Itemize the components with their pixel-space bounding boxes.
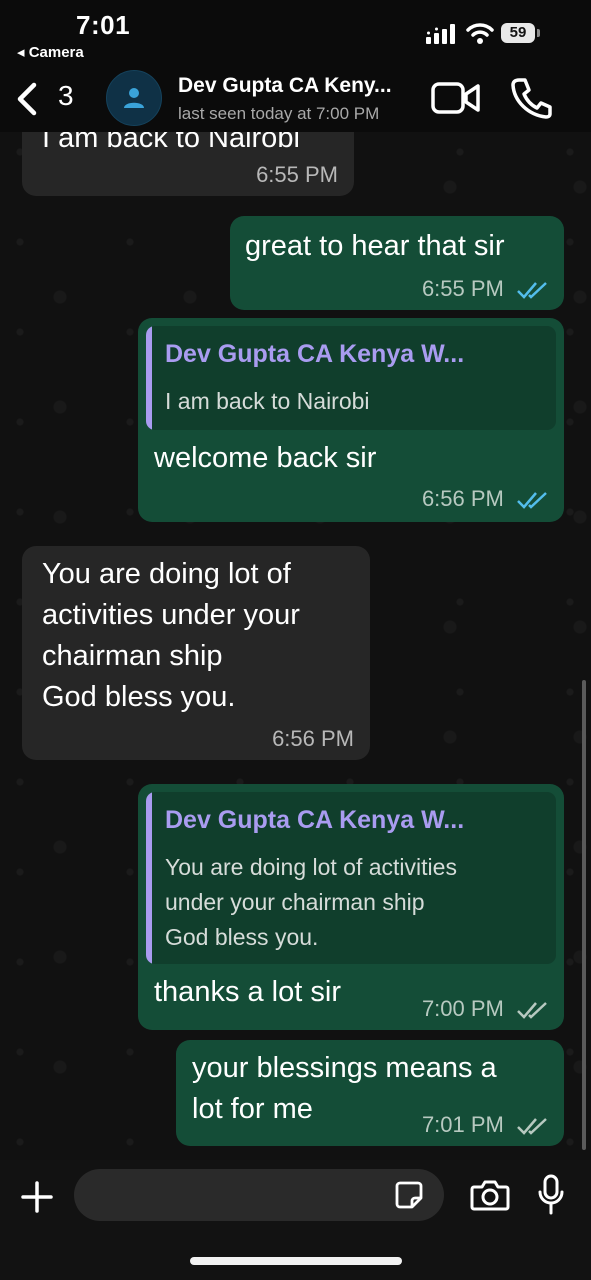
- message-bubble-outgoing[interactable]: your blessings means a lot for me 7:01 P…: [176, 1040, 564, 1146]
- delivered-receipt-icon: [517, 1002, 547, 1020]
- delivered-receipt-icon: [517, 1118, 547, 1136]
- sticker-icon[interactable]: [394, 1180, 424, 1210]
- last-seen-status: last seen today at 7:00 PM: [178, 104, 380, 123]
- quote-text: You are doing lot of activities under yo…: [165, 850, 457, 955]
- chat-header: 3 Dev Gupta CA Keny... last seen today a…: [0, 64, 591, 132]
- avatar[interactable]: [106, 70, 162, 126]
- chat-scrollbar[interactable]: [582, 680, 586, 1150]
- read-receipt-icon: [517, 492, 547, 510]
- message-text: great to hear that sir: [245, 230, 505, 262]
- status-time: 7:01: [76, 10, 131, 40]
- message-bubble-outgoing[interactable]: Dev Gupta CA Kenya W... I am back to Nai…: [138, 318, 564, 522]
- message-time: 7:01 PM: [422, 1112, 550, 1138]
- quote-accent-bar: [146, 326, 152, 430]
- plus-icon[interactable]: [20, 1180, 54, 1214]
- signal-icon: [426, 24, 455, 44]
- message-line: You are doing lot of: [42, 558, 291, 590]
- contact-name[interactable]: Dev Gupta CA Keny...: [178, 74, 426, 98]
- message-bubble-outgoing[interactable]: Dev Gupta CA Kenya W... You are doing lo…: [138, 784, 564, 1030]
- message-time: 6:55 PM: [256, 162, 338, 187]
- message-line: activities under your: [42, 599, 300, 631]
- microphone-icon[interactable]: [538, 1174, 564, 1216]
- message-bubble-outgoing[interactable]: great to hear that sir 6:55 PM: [230, 216, 564, 310]
- quoted-message[interactable]: Dev Gupta CA Kenya W... I am back to Nai…: [146, 326, 556, 430]
- message-time: 6:56 PM: [422, 486, 550, 512]
- message-time: 6:56 PM: [272, 726, 354, 751]
- camera-icon[interactable]: [470, 1178, 510, 1212]
- quote-text: I am back to Nairobi: [165, 388, 370, 414]
- quote-line: You are doing lot of activities: [165, 854, 457, 880]
- message-text: thanks a lot sir: [154, 976, 341, 1008]
- quote-line: under your chairman ship: [165, 889, 425, 915]
- message-time: 6:55 PM: [422, 276, 550, 302]
- quote-author: Dev Gupta CA Kenya W...: [165, 340, 465, 368]
- message-line: chairman ship: [42, 640, 223, 672]
- message-text: You are doing lot of activities under yo…: [42, 554, 300, 718]
- unread-count: 3: [58, 80, 74, 111]
- battery-level: 59: [501, 23, 535, 43]
- phone-call-icon[interactable]: [508, 76, 554, 120]
- quote-accent-bar: [146, 792, 152, 964]
- message-bubble-incoming[interactable]: You are doing lot of activities under yo…: [22, 546, 370, 760]
- back-chevron-icon: [17, 82, 37, 116]
- status-bar: 7:01 ◂ Camera 59: [0, 0, 591, 64]
- back-button[interactable]: 3: [10, 76, 90, 120]
- message-line: God bless you.: [42, 681, 236, 713]
- message-time: 7:00 PM: [422, 996, 550, 1022]
- home-indicator[interactable]: [190, 1257, 402, 1265]
- quoted-message[interactable]: Dev Gupta CA Kenya W... You are doing lo…: [146, 792, 556, 964]
- back-to-camera-link[interactable]: ◂ Camera: [17, 43, 84, 61]
- video-call-icon[interactable]: [430, 78, 482, 118]
- quote-author: Dev Gupta CA Kenya W...: [165, 806, 465, 834]
- battery-icon: 59: [501, 23, 541, 45]
- message-input[interactable]: [74, 1169, 444, 1221]
- read-receipt-icon: [517, 282, 547, 300]
- message-text: welcome back sir: [154, 442, 377, 474]
- wifi-icon: [466, 23, 494, 44]
- message-line: your blessings means a: [192, 1052, 497, 1084]
- avatar-person-icon: [124, 88, 144, 108]
- quote-line: God bless you.: [165, 924, 319, 950]
